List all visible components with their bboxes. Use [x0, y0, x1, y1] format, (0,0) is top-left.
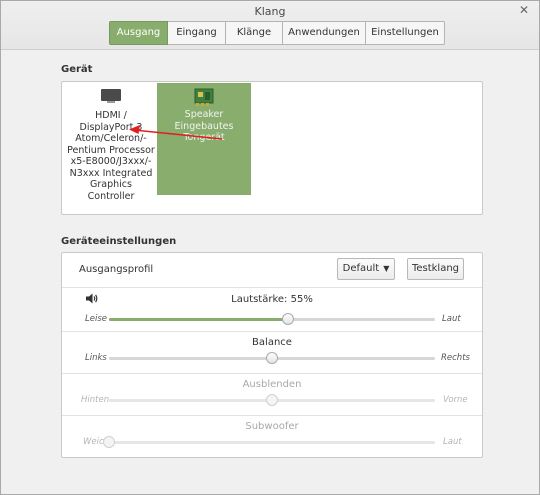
- tab-bar: Ausgang Eingang Klänge Anwendungen Einst…: [109, 21, 445, 45]
- sound-settings-window: Klang ✕ Ausgang Eingang Klänge Anwendung…: [0, 0, 540, 495]
- volume-slider[interactable]: [109, 313, 435, 325]
- balance-slider-handle[interactable]: [266, 352, 278, 364]
- volume-title: Lautstärke: 55%: [231, 294, 313, 305]
- balance-slider[interactable]: [109, 352, 435, 364]
- volume-row: Lautstärke: 55% Leise Laut: [62, 287, 482, 332]
- subwoofer-slider-handle[interactable]: [103, 436, 115, 448]
- fade-slider[interactable]: [109, 394, 435, 406]
- tab-eingang[interactable]: Eingang: [168, 21, 226, 45]
- close-icon[interactable]: ✕: [517, 3, 531, 17]
- settings-section-title: Geräteeinstellungen: [61, 236, 177, 247]
- fade-rear-label: Hinten: [81, 395, 110, 405]
- balance-row: Balance Links Rechts: [62, 331, 482, 374]
- subwoofer-title: Subwoofer: [245, 421, 299, 432]
- volume-slider-fill: [109, 318, 289, 321]
- output-profile-value: Default: [342, 263, 380, 274]
- output-profile-select[interactable]: Default ▼: [337, 258, 395, 280]
- balance-title: Balance: [252, 337, 292, 348]
- fade-row: Ausblenden Hinten Vorne: [62, 373, 482, 416]
- window-title: Klang: [254, 5, 286, 18]
- volume-max-label: Laut: [442, 314, 461, 324]
- subwoofer-slider[interactable]: [103, 436, 435, 448]
- device-settings-panel: Ausgangsprofil Default ▼ Testklang Lautst…: [61, 252, 483, 458]
- volume-slider-handle[interactable]: [282, 313, 295, 325]
- tab-anwendungen[interactable]: Anwendungen: [283, 21, 366, 45]
- tab-klaenge[interactable]: Klänge: [226, 21, 283, 45]
- volume-min-label: Leise: [85, 314, 107, 324]
- test-sound-button[interactable]: Testklang: [407, 258, 464, 280]
- tab-ausgang[interactable]: Ausgang: [109, 21, 168, 45]
- device-panel: HDMI / DisplayPort 3 Atom/Celeron/-Penti…: [61, 81, 483, 215]
- annotation-arrow: [129, 125, 223, 140]
- fade-front-label: Vorne: [443, 395, 468, 405]
- tab-einstellungen[interactable]: Einstellungen: [366, 21, 445, 45]
- fade-slider-handle[interactable]: [266, 394, 278, 406]
- subwoofer-row: Subwoofer Weich Laut: [62, 415, 482, 457]
- output-profile-label: Ausgangsprofil: [79, 264, 154, 275]
- caret-down-icon: ▼: [383, 264, 390, 273]
- balance-right-label: Rechts: [441, 353, 470, 363]
- device-section-title: Gerät: [61, 64, 93, 75]
- profile-row: Ausgangsprofil Default ▼ Testklang: [62, 253, 482, 288]
- balance-left-label: Links: [85, 353, 107, 363]
- subwoofer-loud-label: Laut: [443, 437, 462, 447]
- fade-title: Ausblenden: [242, 379, 302, 390]
- title-bar[interactable]: Klang ✕ Ausgang Eingang Klänge Anwendung…: [1, 1, 539, 50]
